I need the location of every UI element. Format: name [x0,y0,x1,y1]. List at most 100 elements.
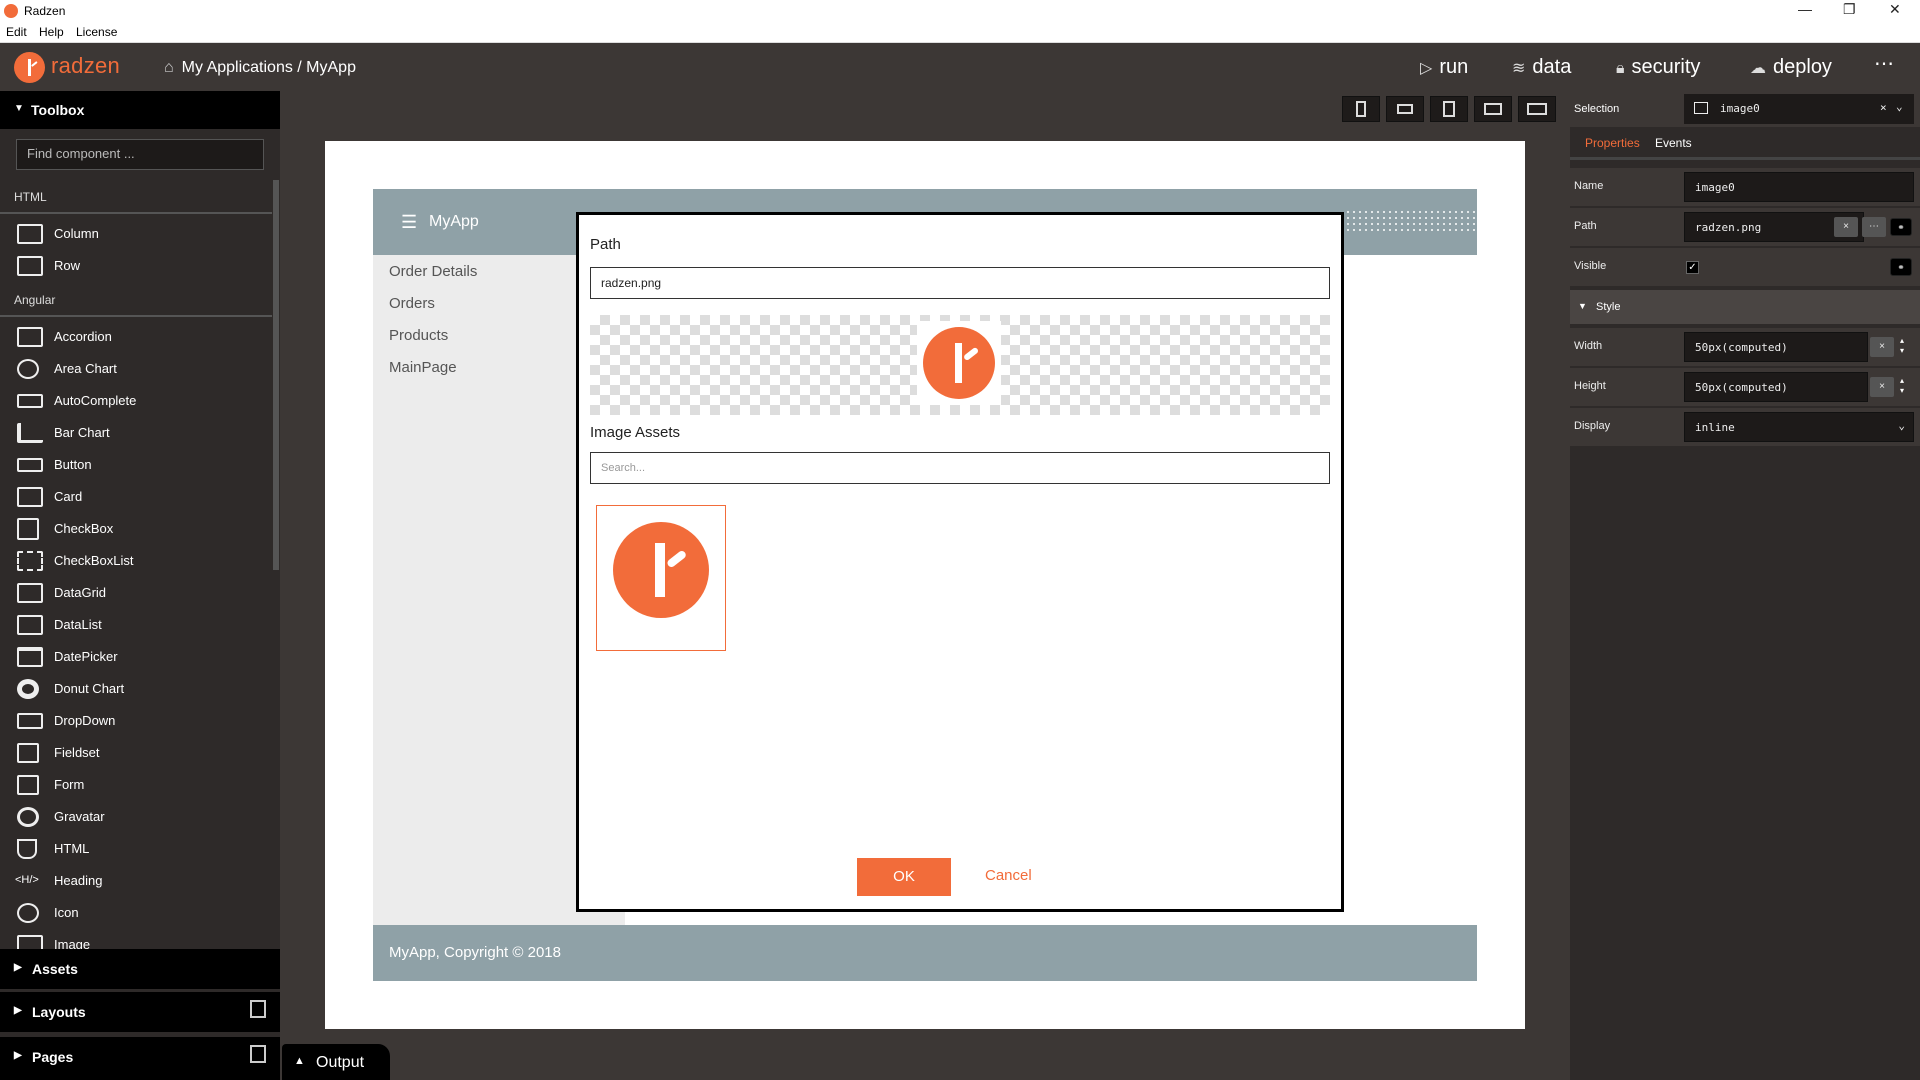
hamburger-icon[interactable]: ☰ [401,212,417,233]
style-section-header[interactable]: ▼ Style [1570,290,1920,324]
caret-right-icon: ▶ [14,1005,22,1016]
item-label: HTML [54,841,90,856]
bind-icon[interactable]: ⚭ [1890,258,1912,276]
stepper-icon[interactable]: ▴ ▾ [1900,376,1904,396]
path-input[interactable]: radzen.png [590,267,1330,299]
visible-checkbox[interactable]: ✓ [1686,261,1699,274]
toolbox-item-accordion[interactable]: Accordion [0,321,272,353]
menu-edit[interactable]: Edit [6,25,27,39]
minimize-icon[interactable]: — [1798,1,1812,17]
more-menu-icon[interactable]: ⋯ [1874,51,1894,76]
toolbox-item-row[interactable]: Row [0,250,272,282]
restore-icon[interactable]: ❐ [1843,1,1856,18]
prop-row-path: Path radzen.png × ⋯ ⚭ [1570,208,1920,246]
clear-button[interactable]: × [1870,337,1894,357]
toolbox-item-datagrid[interactable]: DataGrid [0,577,272,609]
selection-dropdown[interactable]: image0 × ⌄ [1684,94,1914,124]
toolbox-item-dropdown[interactable]: DropDown [0,705,272,737]
output-tab[interactable]: ▲ Output [282,1044,390,1080]
security-button[interactable]: 🔒︎ security [1616,56,1700,79]
toolbox-item-area-chart[interactable]: Area Chart [0,353,272,385]
browse-button[interactable]: ⋯ [1862,217,1886,237]
data-button[interactable]: ≋ data [1512,56,1571,79]
asset-card-radzen[interactable] [596,505,726,651]
menu-license[interactable]: License [76,25,117,39]
button-icon [17,458,43,472]
tab-events[interactable]: Events [1655,136,1692,150]
toolbox-item-html[interactable]: HTML [0,833,272,865]
toolbox-item-datepicker[interactable]: DatePicker [0,641,272,673]
pages-panel-header[interactable]: ▶ Pages [0,1037,280,1080]
nav-link-products[interactable]: Products [389,327,448,344]
assets-panel-header[interactable]: ▶ Assets [0,949,280,989]
toolbox-item-fieldset[interactable]: Fieldset [0,737,272,769]
breadcrumb[interactable]: ⌂ My Applications / MyApp [164,59,356,77]
toolbox-item-datalist[interactable]: DataList [0,609,272,641]
gravatar-icon [17,807,39,827]
menu-help[interactable]: Help [39,25,64,39]
toolbox-header[interactable]: ▼ Toolbox [0,91,280,129]
item-label: Area Chart [54,361,117,376]
nav-link-orders[interactable]: Orders [389,295,435,312]
add-page-icon[interactable] [250,1045,266,1063]
html5-icon [17,839,37,859]
nav-link-mainpage[interactable]: MainPage [389,359,457,376]
app-footer[interactable]: MyApp, Copyright © 2018 [373,925,1477,981]
height-input[interactable]: 50px(computed) [1684,372,1868,402]
toolbox-item-card[interactable]: Card [0,481,272,513]
cloud-upload-icon: ☁ [1750,60,1766,77]
asset-search-input[interactable]: Search... [590,452,1330,484]
toolbox-scrollbar[interactable] [273,180,279,570]
toolbox-item-checkboxlist[interactable]: CheckBoxList [0,545,272,577]
toolbox-item-heading[interactable]: <H/> Heading [0,865,272,897]
width-input[interactable]: 50px(computed) [1684,332,1868,362]
tab-properties[interactable]: Properties [1585,136,1640,150]
item-label: DropDown [54,713,116,728]
clear-button[interactable]: × [1870,377,1894,397]
toolbox-item-image[interactable]: Image [0,929,272,949]
find-component-input[interactable]: Find component ... [16,139,264,170]
prop-row-height: Height 50px(computed) × ▴ ▾ [1570,368,1920,406]
device-desktop-button[interactable] [1518,96,1556,122]
toolbox-item-gravatar[interactable]: Gravatar [0,801,272,833]
calendar-icon [17,647,43,667]
layouts-panel-header[interactable]: ▶ Layouts [0,992,280,1032]
device-phone-button[interactable] [1342,96,1380,122]
item-label: Form [54,777,85,792]
toolbox-item-column[interactable]: Column [0,218,272,250]
add-layout-icon[interactable] [250,1000,266,1018]
path-label: Path [590,236,621,253]
bind-icon[interactable]: ⚭ [1890,218,1912,236]
close-icon[interactable]: ✕ [1889,1,1901,18]
chevron-down-icon[interactable]: ⌄ [1896,100,1903,113]
image-path-dialog: Path radzen.png Image Assets Search... O… [576,212,1344,912]
clear-icon[interactable]: × [1880,101,1887,114]
cancel-button[interactable]: Cancel [985,867,1032,884]
item-label: Donut Chart [54,681,125,696]
row-icon [17,256,43,276]
device-tablet-button[interactable] [1430,96,1468,122]
toolbox-item-icon[interactable]: Icon [0,897,272,929]
toolbox-item-checkbox[interactable]: CheckBox [0,513,272,545]
ok-button[interactable]: OK [857,858,951,896]
display-select[interactable]: inline ⌄ [1684,412,1914,442]
divider [1570,157,1920,160]
run-button[interactable]: ▷ run [1420,56,1468,79]
deploy-button[interactable]: ☁ deploy [1750,56,1832,79]
radzen-logo-icon [4,4,18,18]
toolbox-item-bar-chart[interactable]: Bar Chart [0,417,272,449]
device-phone-landscape-button[interactable] [1386,96,1424,122]
nav-link-order-details[interactable]: Order Details [389,263,477,280]
device-tablet-landscape-button[interactable] [1474,96,1512,122]
header-dot-pattern [1345,209,1477,231]
stepper-icon[interactable]: ▴ ▾ [1900,336,1904,356]
data-label: data [1532,56,1572,78]
toolbox-item-button[interactable]: Button [0,449,272,481]
toolbox-item-donut-chart[interactable]: Donut Chart [0,673,272,705]
toolbox-item-autocomplete[interactable]: AutoComplete [0,385,272,417]
clear-button[interactable]: × [1834,217,1858,237]
pages-label: Pages [32,1049,74,1065]
name-input[interactable]: image0 [1684,172,1914,202]
toolbox-item-form[interactable]: Form [0,769,272,801]
form-icon [17,775,39,795]
